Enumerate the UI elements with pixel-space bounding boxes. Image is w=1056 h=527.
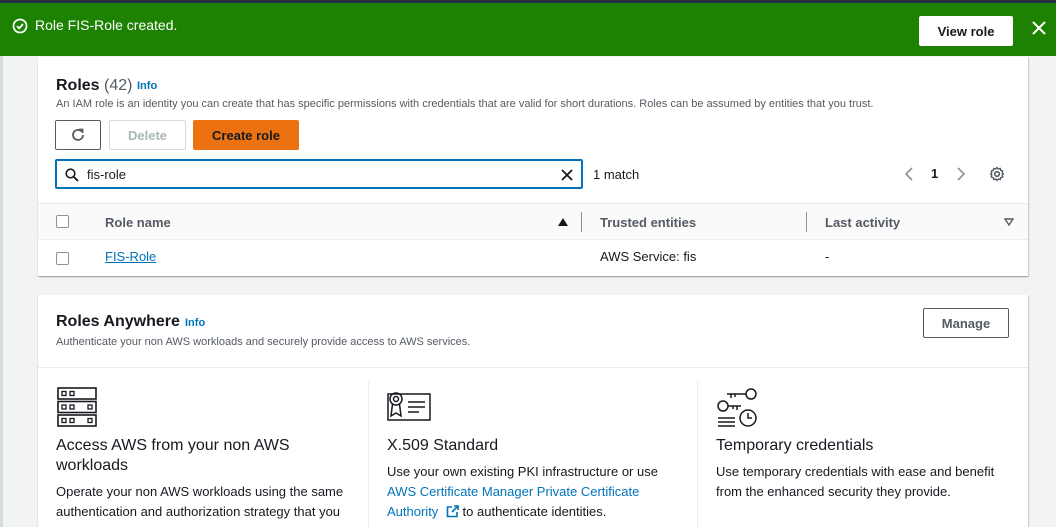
card-title-line: X.509 Standard xyxy=(387,437,499,454)
close-icon[interactable] xyxy=(1030,19,1048,37)
search-input[interactable]: fis-role xyxy=(55,159,583,189)
card-text-line: authentication and authorization strateg… xyxy=(56,504,341,519)
card-text-suffix: to authenticate identities. xyxy=(458,504,607,519)
trusted-entities-cell: AWS Service: fis xyxy=(600,249,697,264)
clear-search-icon[interactable] xyxy=(559,167,575,183)
select-all-checkbox[interactable] xyxy=(56,215,69,228)
column-divider[interactable] xyxy=(806,212,807,232)
sort-ascending-icon[interactable] xyxy=(558,218,568,226)
acm-pca-link-continued[interactable]: Authority xyxy=(387,504,438,519)
chevron-left-icon[interactable] xyxy=(904,167,914,181)
section-divider xyxy=(38,367,1028,368)
roles-info-link[interactable]: Info xyxy=(137,80,157,92)
refresh-button[interactable] xyxy=(55,120,101,150)
roles-count: (42) xyxy=(104,77,133,94)
delete-button[interactable]: Delete xyxy=(109,120,186,150)
table-header: Role name Trusted entities Last activity xyxy=(38,203,1028,240)
column-role-name[interactable]: Role name xyxy=(105,215,171,230)
card-text-line: Use your own existing PKI infrastructure… xyxy=(387,464,658,479)
create-role-button[interactable]: Create role xyxy=(193,120,299,150)
roles-anywhere-description: Authenticate your non AWS workloads and … xyxy=(56,336,471,348)
row-checkbox[interactable] xyxy=(56,252,69,265)
check-circle-icon xyxy=(12,18,28,34)
column-last-activity[interactable]: Last activity xyxy=(825,215,900,230)
table-row[interactable]: FIS-Role AWS Service: fis - xyxy=(38,240,1028,276)
search-value: fis-role xyxy=(87,167,127,182)
column-divider xyxy=(368,381,369,527)
refresh-icon xyxy=(72,128,84,141)
acm-pca-link[interactable]: AWS Certificate Manager Private Certific… xyxy=(387,482,639,502)
certificate-icon xyxy=(387,392,431,421)
card-title-line: workloads xyxy=(56,457,129,474)
server-rack-icon xyxy=(57,387,97,427)
card-text-line: Operate your non AWS workloads using the… xyxy=(56,484,344,499)
side-navigation-edge xyxy=(0,56,3,527)
roles-anywhere-title: Roles Anywhere xyxy=(56,313,180,330)
flash-message: Role FIS-Role created. xyxy=(35,17,178,33)
card-text-line: Authority to authenticate identities. xyxy=(387,502,606,522)
roles-description: An IAM role is an identity you can creat… xyxy=(56,98,874,110)
keys-clock-icon xyxy=(717,388,757,427)
card-text-line: Use temporary credentials with ease and … xyxy=(716,464,995,479)
sort-descending-icon[interactable] xyxy=(1004,218,1014,226)
manage-button[interactable]: Manage xyxy=(923,308,1009,338)
roles-anywhere-panel: Roles Anywhere Info Manage Authenticate … xyxy=(38,295,1028,527)
last-activity-cell: - xyxy=(825,249,830,264)
card-title-line: Access AWS from your non AWS xyxy=(56,437,290,454)
card-text-line: from the enhanced security they provide. xyxy=(716,484,951,499)
roles-anywhere-info-link[interactable]: Info xyxy=(185,317,205,329)
column-trusted-entities[interactable]: Trusted entities xyxy=(600,215,696,230)
roles-panel: Roles (42) Info An IAM role is an identi… xyxy=(38,57,1028,276)
page-number[interactable]: 1 xyxy=(931,166,938,181)
match-count: 1 match xyxy=(593,167,640,182)
column-divider[interactable] xyxy=(581,212,582,232)
success-flash-banner: Role FIS-Role created. View role xyxy=(0,3,1056,56)
view-role-button[interactable]: View role xyxy=(919,16,1013,46)
roles-heading: Roles (42) xyxy=(56,77,132,95)
external-link-icon[interactable] xyxy=(446,505,459,518)
roles-title: Roles xyxy=(56,77,100,94)
chevron-right-icon[interactable] xyxy=(956,167,966,181)
column-divider xyxy=(697,381,698,527)
gear-icon[interactable] xyxy=(989,166,1005,182)
role-name-link[interactable]: FIS-Role xyxy=(105,249,156,264)
card-title-line: Temporary credentials xyxy=(716,437,874,454)
search-icon xyxy=(65,168,79,182)
